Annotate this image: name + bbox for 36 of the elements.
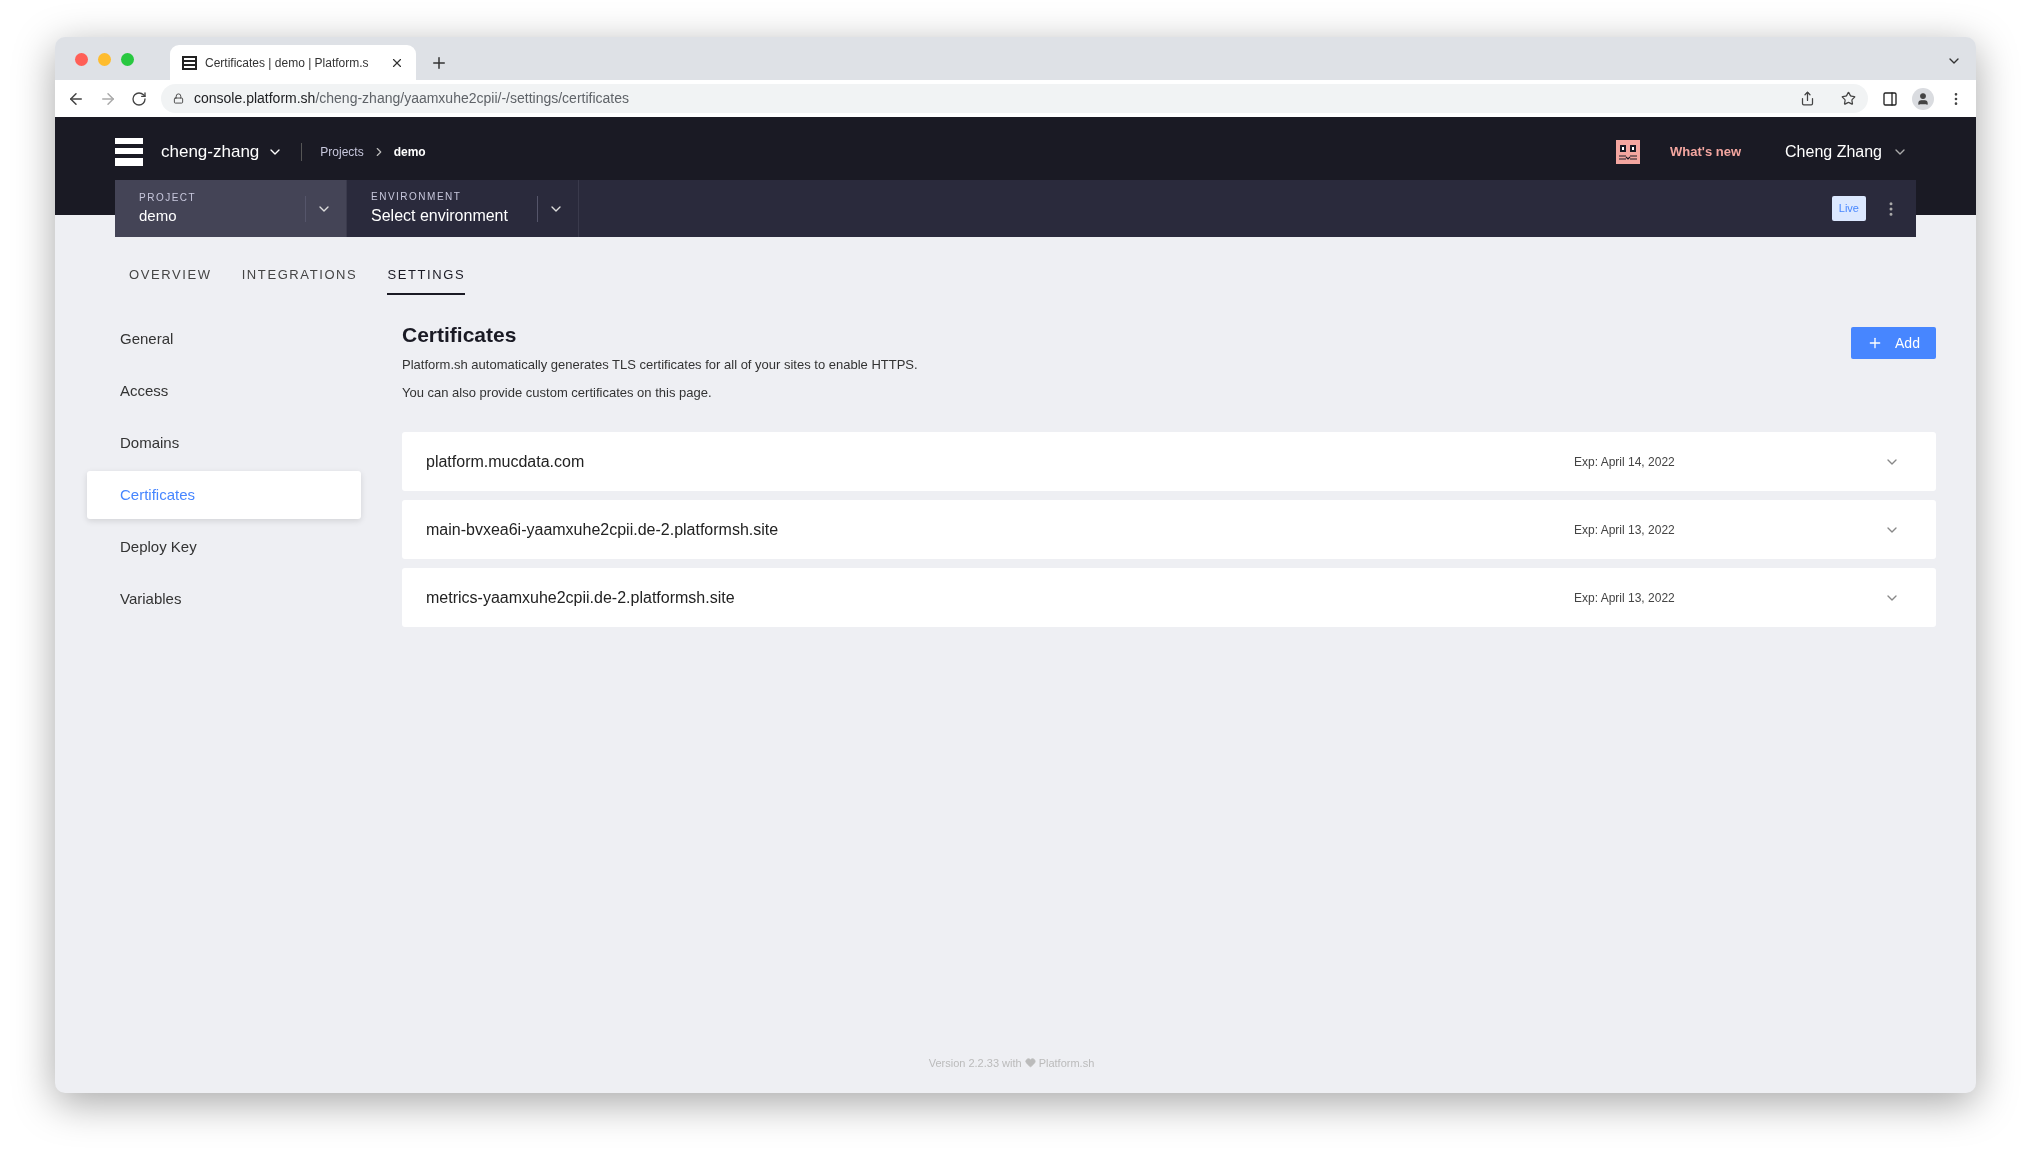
share-icon[interactable] [1800,91,1815,106]
sidebar-item[interactable]: Domains [87,419,361,467]
tab-title: Certificates | demo | Platform.s [205,54,370,72]
sidebar-item[interactable]: Access [87,367,361,415]
reload-icon[interactable] [131,90,147,107]
environment-selector[interactable]: PROJECT demo [115,180,347,237]
profile-avatar[interactable] [1912,87,1934,110]
organization-menu[interactable]: cheng-zhang [161,138,284,165]
certificate-row[interactable]: metrics-yaamxuhe2cpii.de-2.platformsh.site Exp: April 13, 2022 [402,568,1936,627]
section-tab[interactable]: OVERVIEW [129,265,212,293]
side-panel-icon[interactable] [1882,90,1898,107]
description-text: Platform.sh automatically generates TLS certificates for all of your sites to enable HTTPS. [402,356,919,374]
heart-icon [1024,1057,1036,1069]
whats-new-link[interactable]: What's new [1670,141,1742,162]
sidebar-item[interactable]: General [87,315,361,363]
sidebar-item[interactable]: Certificates [87,471,361,519]
certificate-row[interactable]: platform.mucdata.com Exp: April 14, 2022 [402,432,1936,491]
bookmark-star-icon[interactable] [1841,91,1856,106]
description-text: You can also provide custom certificates on this page. [402,383,713,402]
live-badge: Live [1831,196,1866,221]
sidebar-item[interactable]: Variables [87,575,361,623]
page-favicon [182,55,197,70]
breadcrumb-link[interactable]: demo [393,142,426,161]
section-tab[interactable]: INTEGRATIONS [241,265,358,293]
page-title: Certificates [402,322,517,348]
logo-icon[interactable] [115,137,143,166]
certificate-row[interactable]: main-bvxea6i-yaamxuhe2cpii.de-2.platformsh.site Exp: April 13, 2022 [402,500,1936,559]
breadcrumb-link[interactable]: Projects [320,142,364,161]
new-tab-icon[interactable] [430,54,448,72]
sidebar-item[interactable]: Deploy Key [87,523,361,571]
cat-face-icon[interactable] [1616,139,1641,164]
section-tab[interactable]: SETTINGS [387,265,466,295]
browser-tab[interactable]: Certificates | demo | Platform.s [170,45,416,80]
user-menu[interactable]: Cheng Zhang [1785,139,1908,164]
address-field[interactable]: console.platform.sh/cheng-zhang/yaamxuhe2cpii/-/settings/certificates [161,84,1868,113]
lock-icon [173,93,184,104]
